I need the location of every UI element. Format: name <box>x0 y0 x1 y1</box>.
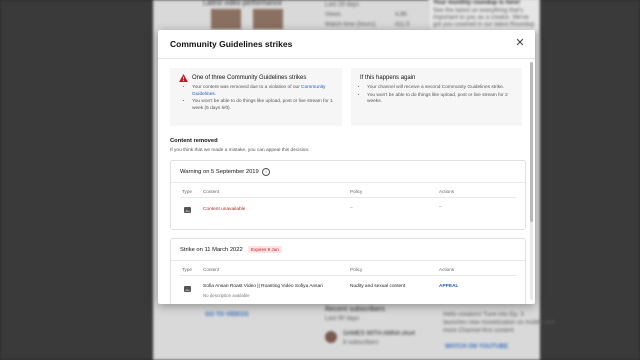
expires-badge: Expires 9 Jun <box>248 246 282 253</box>
bullet-text: Your content was removed due to a violat… <box>192 85 302 90</box>
column-header-actions: Actions <box>439 267 455 272</box>
image-icon <box>184 207 191 213</box>
divider <box>171 182 525 183</box>
column-header-content: Content <box>203 189 220 194</box>
strike-content-title: Sofia Ansari Roast Video || Roasting Vid… <box>203 284 323 289</box>
bg-subscriber-meta: 8 subscribers <box>343 340 379 346</box>
bg-subscriber-avatar <box>325 331 337 343</box>
strike-card-title: Strike on 11 March 2022 <box>180 247 243 253</box>
dialog-scrollbar[interactable] <box>530 62 533 300</box>
image-icon <box>184 286 191 292</box>
strike-content-description: No description available <box>203 293 250 298</box>
bg-roundup-card: Your monthly roundup is here! See the la… <box>428 0 540 34</box>
bullet-text: . <box>214 91 217 97</box>
if-again-bullet: You won't be able to do things like uplo… <box>367 93 522 106</box>
if-again-title: If this happens again <box>360 75 416 81</box>
dialog-title: Community Guidelines strikes <box>170 39 293 49</box>
column-header-actions: Actions <box>439 189 455 194</box>
column-header-policy: Policy <box>350 267 363 272</box>
bg-recent-subscribers-title: Recent subscribers <box>325 306 385 313</box>
if-again-info-box: If this happens again Your channel will … <box>351 68 522 126</box>
column-header-policy: Policy <box>350 189 363 194</box>
background-right <box>540 0 640 360</box>
warning-content-cell: Content unavailable <box>203 207 246 212</box>
bg-stat-period: Last 28 days <box>325 2 360 8</box>
warning-icon <box>179 74 188 82</box>
bg-roundup-line: got you covered in our latest Roundup <box>433 22 535 28</box>
bg-watch-on-youtube-link[interactable]: WATCH ON YOUTUBE <box>445 344 508 350</box>
if-again-bullets: Your channel will receive a second Commu… <box>360 85 522 107</box>
bg-stat-views-value: 4.8K <box>395 12 408 18</box>
divider <box>171 260 525 261</box>
scrollbar-thumb[interactable] <box>530 62 533 222</box>
strike-card: Strike on 11 March 2022 Expires 9 Jun Ty… <box>170 238 526 304</box>
bg-news-line: more Channel-first content <box>443 328 514 334</box>
warning-policy-cell: – <box>350 206 353 211</box>
bg-latest-video-title: Latest video performance <box>203 0 282 7</box>
dialog-header: Community Guidelines strikes ✕ <box>158 30 535 59</box>
bg-stat-watch-value: 411.5 <box>395 22 410 28</box>
strike-info-box: One of three Community Guidelines strike… <box>170 68 342 126</box>
background-left <box>0 0 153 360</box>
content-removed-title: Content removed <box>170 138 218 144</box>
strike-info-bullets: Your content was removed due to a violat… <box>185 85 342 113</box>
content-removed-subtitle: If you think that we made a mistake, you… <box>170 148 310 153</box>
bg-stat-views: Views <box>325 12 341 18</box>
bg-video-thumbnail <box>211 9 241 29</box>
bg-news-line: launches new monetization on mobile and <box>443 320 555 326</box>
info-icon[interactable]: i <box>262 168 270 176</box>
column-header-type: Type <box>182 189 192 194</box>
warning-card: Warning on 5 September 2019 i Type Conte… <box>170 160 526 230</box>
if-again-bullet: Your channel will receive a second Commu… <box>367 85 522 92</box>
bg-news-line: Hello creators! Tune into Ep. 3 <box>443 312 524 318</box>
bg-last-90-days: Last 90 days <box>325 316 360 322</box>
strike-info-bullet: You won't be able to do things like uplo… <box>192 99 342 112</box>
close-icon[interactable]: ✕ <box>514 37 526 49</box>
bg-go-to-videos-link[interactable]: GO TO VIDEOS <box>205 312 249 318</box>
strike-info-title: One of three Community Guidelines strike… <box>192 75 307 81</box>
bg-subscriber-name: GAMES WITH AMNA short <box>343 331 416 337</box>
column-header-content: Content <box>203 267 220 272</box>
strike-info-bullet: Your content was removed due to a violat… <box>192 85 342 98</box>
bg-roundup-line: See the latest on everything that's <box>433 8 524 14</box>
warning-card-title: Warning on 5 September 2019 <box>180 169 259 175</box>
column-header-type: Type <box>182 267 192 272</box>
divider <box>180 275 516 276</box>
bg-roundup-line: important to you as a creator. We've <box>433 15 529 21</box>
community-guidelines-dialog: Community Guidelines strikes ✕ One of th… <box>158 30 535 304</box>
warning-actions-cell: – <box>439 205 442 210</box>
divider <box>180 197 516 198</box>
appeal-button[interactable]: APPEAL <box>439 284 458 289</box>
bg-stat-watch-time: Watch time (hours) <box>325 22 376 28</box>
bg-roundup-title: Your monthly roundup is here! <box>433 0 521 6</box>
bg-video-thumbnail <box>253 9 283 29</box>
strike-policy-cell: Nudity and sexual content <box>350 284 406 289</box>
